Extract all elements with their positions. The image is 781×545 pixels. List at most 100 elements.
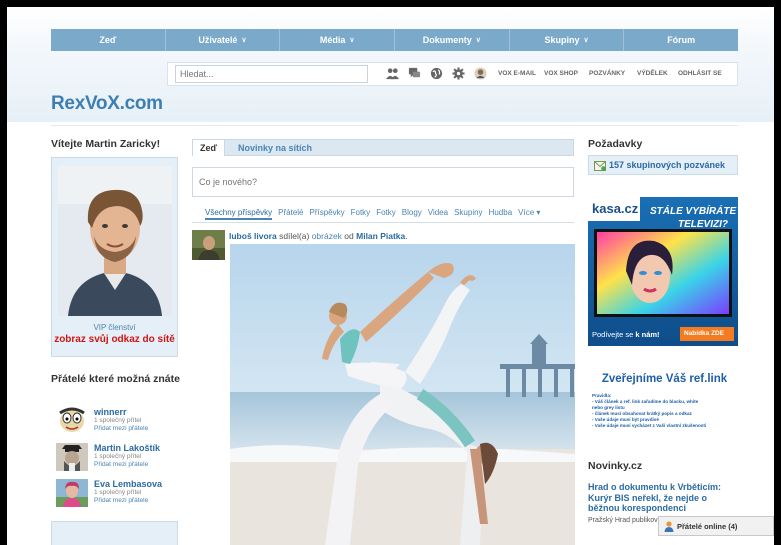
reflink-rules: Pravidla: - Váš článek a ref. link zařad… — [592, 393, 742, 429]
logout-link[interactable]: ODHLÁSIT SE — [678, 70, 722, 77]
mutual-friends: 1 společný přítel — [94, 453, 142, 460]
tab-network-news[interactable]: Novinky na sítích — [231, 140, 319, 156]
post-header: luboš livora sdílel(a) obrázek od Milan … — [229, 231, 408, 241]
left-box-cutoff — [51, 521, 178, 545]
friends-suggest-heading: Přátelé které možná znáte — [51, 373, 180, 385]
post-from-text: od — [341, 231, 357, 241]
show-referral-link[interactable]: zobraz svůj odkaz do sítě — [52, 334, 177, 345]
globe-icon[interactable] — [430, 67, 443, 80]
nav-item-groups[interactable]: Skupiny ∨ — [510, 29, 625, 51]
nav-item-documents[interactable]: Dokumenty ∨ — [395, 29, 510, 51]
vip-membership-link[interactable]: VIP členství — [52, 323, 177, 332]
post-action-text: sdílel(a) — [276, 231, 312, 241]
status-input[interactable] — [192, 167, 574, 197]
profile-box: VIP členství zobraz svůj odkaz do sítě — [51, 157, 178, 357]
nav-label: Zeď — [99, 35, 117, 45]
nav-label: Fórum — [667, 35, 696, 45]
chevron-down-icon: ∨ — [349, 37, 355, 44]
user-online-icon — [664, 521, 674, 532]
nav-label: Dokumenty — [422, 35, 472, 45]
rules-line: - Vaše údaje musí vycházet z Vaší vlastn… — [592, 423, 707, 428]
ad-cta-text: Podívejte se — [592, 330, 636, 339]
avatar[interactable] — [56, 407, 88, 435]
ad-offer-button[interactable]: Nabídka ZDE — [684, 330, 724, 337]
nav-item-forum[interactable]: Fórum — [624, 29, 738, 51]
profile-photo[interactable] — [58, 166, 172, 316]
envelope-icon — [594, 161, 606, 171]
header-divider — [51, 125, 738, 126]
post-source-link[interactable]: Milan Piatka — [356, 231, 405, 241]
add-friend-link[interactable]: Přidat mezi přátele — [94, 497, 148, 504]
ad-line2: TELEVIZI? — [678, 219, 728, 230]
vox-email-link[interactable]: VOX E-MAIL — [498, 70, 536, 77]
filter-all-posts[interactable]: Všechny příspěvky — [205, 208, 273, 220]
friend-suggestion: Martin Lakoštík 1 společný přítel Přidat… — [56, 443, 181, 475]
filters-divider — [192, 222, 574, 223]
toolbar: VOX E-MAIL VOX SHOP POZVÁNKY VÝDĚLEK ODH… — [167, 62, 738, 86]
reflink-heading[interactable]: Zveřejníme Váš ref.link — [592, 373, 737, 385]
friend-name[interactable]: Martin Lakoštík — [94, 443, 160, 453]
chevron-down-icon: ∨ — [583, 37, 589, 44]
main-nav: Zeď Uživatelé ∨ Média ∨ Dokumenty ∨ Skupiny… — [51, 29, 738, 51]
friend-suggestion: Eva Lembasova 1 společný přítel Přidat m… — [56, 479, 181, 511]
avatar[interactable] — [56, 479, 88, 507]
post-object-link[interactable]: obrázek — [312, 231, 342, 241]
add-friend-link[interactable]: Přidat mezi přátele — [94, 425, 148, 432]
vox-shop-link[interactable]: VOX SHOP — [544, 70, 578, 77]
site-logo[interactable]: RexVoX.com — [51, 93, 163, 115]
ad-brand: kasa.cz — [592, 201, 639, 216]
filter-blogs[interactable]: Blogy — [402, 208, 422, 220]
friend-name[interactable]: Eva Lembasova — [94, 479, 162, 489]
post-author-avatar[interactable] — [192, 230, 225, 260]
nav-item-media[interactable]: Média ∨ — [280, 29, 396, 51]
chevron-down-icon: ∨ — [241, 37, 247, 44]
nav-item-users[interactable]: Uživatelé ∨ — [166, 29, 281, 51]
group-invites-box[interactable]: 157 skupinových pozvánek — [588, 155, 738, 175]
post-end-text: . — [405, 231, 408, 241]
browser-viewport: Zeď Uživatelé ∨ Média ∨ Dokumenty ∨ Skupiny… — [7, 7, 774, 545]
news-heading: Novinky.cz — [588, 460, 643, 472]
chevron-down-icon: ∨ — [475, 37, 481, 44]
post-image[interactable] — [230, 244, 575, 545]
search-input[interactable] — [175, 65, 368, 83]
users-icon[interactable] — [386, 67, 399, 80]
filter-photos-2[interactable]: Fotky — [376, 208, 396, 220]
friends-online-label: Přátelé online (4) — [677, 522, 738, 531]
ad-line1: STÁLE VYBÍRÁTE — [650, 206, 737, 217]
invitations-link[interactable]: POZVÁNKY — [589, 70, 625, 77]
kasa-advertisement[interactable]: kasa.cz STÁLE VYBÍRÁTE TELEVIZI? Podívej… — [588, 197, 738, 346]
friends-online-bar[interactable]: Přátelé online (4) ‹ — [658, 516, 774, 536]
earnings-link[interactable]: VÝDĚLEK — [637, 70, 668, 77]
chat-icon[interactable] — [408, 67, 421, 80]
filter-photos[interactable]: Fotky — [351, 208, 371, 220]
add-friend-link[interactable]: Přidat mezi přátele — [94, 461, 148, 468]
avatar[interactable] — [56, 443, 88, 471]
chevron-icon: ‹ — [774, 521, 775, 530]
friend-name[interactable]: winnerr — [94, 407, 127, 417]
filter-groups[interactable]: Skupiny — [454, 208, 482, 220]
ad-cta-bold: k nám! — [635, 330, 660, 339]
nav-label: Média — [319, 35, 346, 45]
tab-wall[interactable]: Zeď — [193, 140, 225, 156]
news-article-link[interactable]: Hrad o dokumentu k Vrběticím: Kurýr BIS … — [588, 482, 738, 514]
filter-more-dropdown[interactable]: Více ▾ — [518, 208, 540, 220]
gear-icon[interactable] — [452, 67, 465, 80]
nav-item-wall[interactable]: Zeď — [51, 29, 166, 51]
nav-label: Uživatelé — [198, 35, 238, 45]
group-invites-count[interactable]: 157 skupinových pozvánek — [609, 160, 725, 170]
filter-friends[interactable]: Přátelé — [278, 208, 303, 220]
page: Zeď Uživatelé ∨ Média ∨ Dokumenty ∨ Skupiny… — [7, 7, 774, 545]
mutual-friends: 1 společný přítel — [94, 417, 142, 424]
nav-label: Skupiny — [544, 35, 580, 45]
requests-heading: Požadavky — [588, 138, 643, 150]
filter-posts[interactable]: Příspěvky — [310, 208, 345, 220]
filter-videos[interactable]: Videa — [428, 208, 448, 220]
profile-icon[interactable] — [474, 67, 487, 80]
welcome-heading: Vítejte Martin Zaricky! — [51, 138, 161, 150]
wall-tabs: Zeď Novinky na sítích — [192, 139, 574, 156]
filter-music[interactable]: Hudba — [489, 208, 513, 220]
post-filters: Všechny příspěvky Přátelé Příspěvky Fotk… — [205, 208, 540, 220]
ad-cta: Podívejte se k nám! — [592, 330, 660, 339]
friend-suggestion: winnerr 1 společný přítel Přidat mezi př… — [56, 407, 181, 439]
post-author-link[interactable]: luboš livora — [229, 231, 277, 241]
